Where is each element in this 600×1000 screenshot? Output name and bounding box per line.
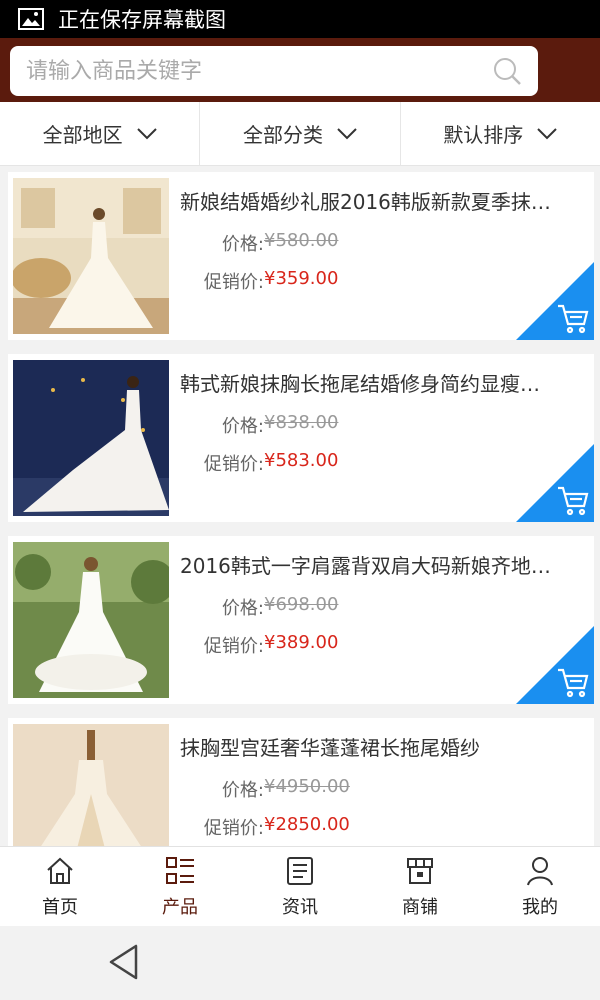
status-text: 正在保存屏幕截图 bbox=[58, 8, 226, 32]
filter-category[interactable]: 全部分类 bbox=[200, 102, 401, 165]
promo-row: 促销价: ¥583.00 bbox=[180, 450, 339, 476]
news-icon bbox=[287, 856, 313, 885]
filter-sort[interactable]: 默认排序 bbox=[401, 102, 600, 165]
product-title[interactable]: 新娘结婚婚纱礼服2016韩版新款夏季抹… bbox=[180, 186, 580, 215]
tab-products[interactable]: 产品 bbox=[120, 847, 240, 926]
search-input[interactable] bbox=[26, 58, 492, 84]
product-title[interactable]: 韩式新娘抹胸长拖尾结婚修身简约显瘦… bbox=[180, 368, 580, 397]
image-icon bbox=[18, 8, 44, 30]
product-image[interactable] bbox=[13, 724, 169, 846]
tab-home[interactable]: 首页 bbox=[0, 847, 120, 926]
promo-label: 促销价: bbox=[203, 454, 264, 475]
original-price: ¥838.00 bbox=[264, 412, 339, 433]
back-icon[interactable] bbox=[108, 944, 140, 980]
tab-label: 产品 bbox=[162, 896, 198, 918]
product-title[interactable]: 抹胸型宫廷奢华蓬蓬裙长拖尾婚纱 bbox=[180, 732, 580, 761]
product-card[interactable]: 2016韩式一字肩露背双肩大码新娘齐地… 价格: ¥698.00 促销价: ¥3… bbox=[8, 536, 594, 704]
original-price: ¥698.00 bbox=[264, 594, 339, 615]
promo-row: 促销价: ¥359.00 bbox=[180, 268, 339, 294]
chevron-down-icon bbox=[337, 127, 357, 139]
product-image[interactable] bbox=[13, 542, 169, 698]
price-label: 价格: bbox=[221, 416, 264, 437]
grid-list-icon bbox=[166, 856, 194, 884]
promo-price: ¥389.00 bbox=[264, 632, 339, 653]
tab-news[interactable]: 资讯 bbox=[240, 847, 360, 926]
promo-label: 促销价: bbox=[203, 818, 264, 839]
product-image[interactable] bbox=[13, 178, 169, 334]
add-to-cart-button[interactable] bbox=[516, 444, 594, 522]
filter-label: 默认排序 bbox=[443, 123, 524, 147]
price-label: 价格: bbox=[221, 780, 264, 801]
bottom-tab-bar: 首页 产品 资讯 商铺 我的 bbox=[0, 846, 600, 926]
price-label: 价格: bbox=[221, 598, 264, 619]
chevron-down-icon bbox=[136, 127, 157, 139]
product-list: 新娘结婚婚纱礼服2016韩版新款夏季抹… 价格: ¥580.00 促销价: ¥3… bbox=[0, 166, 600, 846]
tab-label: 资讯 bbox=[282, 896, 318, 918]
product-card[interactable]: 韩式新娘抹胸长拖尾结婚修身简约显瘦… 价格: ¥838.00 促销价: ¥583… bbox=[8, 354, 594, 522]
search-header bbox=[0, 38, 600, 102]
tab-shop[interactable]: 商铺 bbox=[360, 847, 480, 926]
promo-row: 促销价: ¥2850.00 bbox=[180, 814, 350, 840]
promo-price: ¥583.00 bbox=[264, 450, 339, 471]
tab-label: 商铺 bbox=[402, 896, 438, 918]
product-title[interactable]: 2016韩式一字肩露背双肩大码新娘齐地… bbox=[180, 550, 580, 579]
price-label: 价格: bbox=[221, 234, 264, 255]
original-price: ¥4950.00 bbox=[264, 776, 350, 797]
original-price: ¥580.00 bbox=[264, 230, 339, 251]
filter-bar: 全部地区 全部分类 默认排序 bbox=[0, 102, 600, 166]
search-box[interactable] bbox=[10, 46, 538, 96]
price-row: 价格: ¥4950.00 bbox=[180, 776, 350, 802]
tab-label: 首页 bbox=[42, 896, 78, 918]
filter-label: 全部地区 bbox=[42, 123, 123, 147]
status-bar: 正在保存屏幕截图 bbox=[0, 0, 600, 38]
promo-row: 促销价: ¥389.00 bbox=[180, 632, 339, 658]
tab-label: 我的 bbox=[522, 896, 558, 918]
shop-icon bbox=[407, 857, 433, 884]
search-icon[interactable] bbox=[492, 56, 522, 86]
promo-price: ¥2850.00 bbox=[264, 814, 350, 835]
promo-label: 促销价: bbox=[203, 272, 264, 293]
price-row: 价格: ¥580.00 bbox=[180, 230, 339, 256]
system-nav-bar bbox=[0, 926, 600, 1000]
filter-label: 全部分类 bbox=[242, 123, 323, 147]
user-icon bbox=[527, 856, 553, 885]
product-image[interactable] bbox=[13, 360, 169, 516]
add-to-cart-button[interactable] bbox=[516, 262, 594, 340]
product-card[interactable]: 抹胸型宫廷奢华蓬蓬裙长拖尾婚纱 价格: ¥4950.00 促销价: ¥2850.… bbox=[8, 718, 594, 846]
home-icon bbox=[47, 857, 73, 884]
promo-label: 促销价: bbox=[203, 636, 264, 657]
product-card[interactable]: 新娘结婚婚纱礼服2016韩版新款夏季抹… 价格: ¥580.00 促销价: ¥3… bbox=[8, 172, 594, 340]
price-row: 价格: ¥838.00 bbox=[180, 412, 339, 438]
filter-region[interactable]: 全部地区 bbox=[0, 102, 201, 165]
add-to-cart-button[interactable] bbox=[516, 626, 594, 704]
tab-me[interactable]: 我的 bbox=[480, 847, 600, 926]
price-row: 价格: ¥698.00 bbox=[180, 594, 339, 620]
chevron-down-icon bbox=[537, 127, 558, 139]
promo-price: ¥359.00 bbox=[264, 268, 339, 289]
